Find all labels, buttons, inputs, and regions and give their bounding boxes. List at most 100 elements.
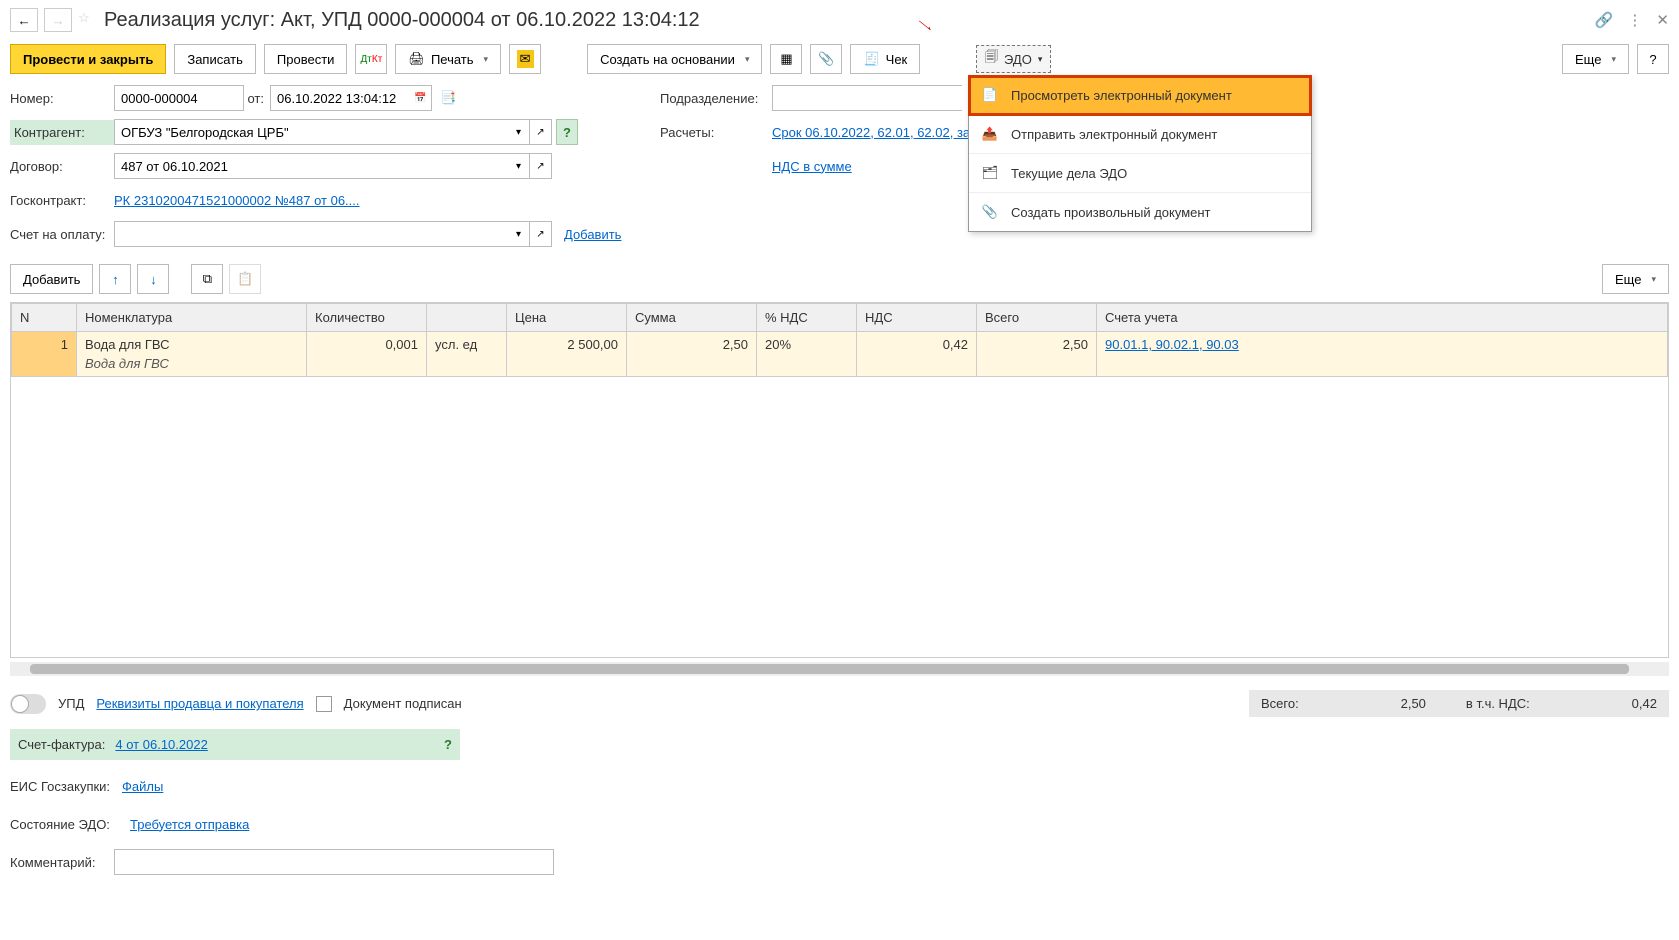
division-input[interactable]: [772, 85, 962, 111]
receipt-icon: 🧾: [863, 51, 879, 67]
nav-forward-button[interactable]: →: [44, 8, 72, 32]
invoice-pay-input[interactable]: [114, 221, 508, 247]
contract-label: Договор:: [10, 159, 114, 174]
comment-input[interactable]: [114, 849, 554, 875]
number-input[interactable]: [114, 85, 244, 111]
signed-checkbox[interactable]: [316, 696, 332, 712]
col-vat-pct[interactable]: % НДС: [757, 304, 857, 332]
cell-price[interactable]: 2 500,00: [507, 332, 627, 377]
col-total[interactable]: Всего: [977, 304, 1097, 332]
cell-vat[interactable]: 0,42: [857, 332, 977, 377]
contract-input[interactable]: [114, 153, 508, 179]
dropdown-send-label: Отправить электронный документ: [1011, 127, 1217, 142]
attach-button[interactable]: 📎: [810, 44, 842, 74]
cell-nomenclature[interactable]: Вода для ГВС Вода для ГВС: [77, 332, 307, 377]
cell-accounts[interactable]: 90.01.1, 90.02.1, 90.03: [1097, 332, 1668, 377]
document-send-icon: 📤: [981, 125, 999, 143]
horizontal-scrollbar[interactable]: [10, 662, 1669, 676]
col-price[interactable]: Цена: [507, 304, 627, 332]
dropdown-create-label: Создать произвольный документ: [1011, 205, 1211, 220]
dropdown-create-doc[interactable]: 📎 Создать произвольный документ: [969, 193, 1311, 231]
edo-icon: 🗐: [985, 48, 998, 70]
vat-link[interactable]: НДС в сумме: [772, 159, 852, 174]
structure-button[interactable]: ▦: [770, 44, 802, 74]
totals-bar: Всего: 2,50 в т.ч. НДС: 0,42: [1249, 690, 1669, 717]
chevron-down-icon: ▾: [516, 229, 521, 240]
copy-button[interactable]: ⧉: [191, 264, 223, 294]
table-more-button[interactable]: Еще: [1602, 264, 1669, 294]
calc-link[interactable]: Срок 06.10.2022, 62.01, 62.02, за: [772, 125, 970, 140]
move-up-button[interactable]: ↑: [99, 264, 131, 294]
dropdown-current-edo[interactable]: 🗂 Текущие дела ЭДО: [969, 154, 1311, 193]
col-vat[interactable]: НДС: [857, 304, 977, 332]
col-qty[interactable]: Количество: [307, 304, 427, 332]
print-button[interactable]: 🖨Печать: [395, 44, 501, 74]
dropdown-view-edoc[interactable]: 📄 Просмотреть электронный документ: [969, 76, 1311, 115]
invoice-link[interactable]: 4 от 06.10.2022: [115, 737, 207, 752]
add-invoice-link[interactable]: Добавить: [564, 227, 621, 242]
cell-unit[interactable]: усл. ед: [427, 332, 507, 377]
mail-button[interactable]: ✉: [509, 44, 541, 74]
chevron-down-icon: ▾: [516, 161, 521, 172]
open-icon: ↗: [536, 229, 544, 240]
contract-dropdown-button[interactable]: ▾: [508, 153, 530, 179]
col-unit[interactable]: [427, 304, 507, 332]
upd-toggle[interactable]: [10, 694, 46, 714]
write-button[interactable]: Записать: [174, 44, 256, 74]
post-button[interactable]: Провести: [264, 44, 348, 74]
invoice-help-icon[interactable]: ?: [444, 737, 452, 752]
col-accounts[interactable]: Счета учета: [1097, 304, 1668, 332]
nav-back-button[interactable]: ←: [10, 8, 38, 32]
cell-sum[interactable]: 2,50: [627, 332, 757, 377]
invoice-pay-open-button[interactable]: ↗: [530, 221, 552, 247]
paste-button[interactable]: 📋: [229, 264, 261, 294]
edo-button[interactable]: 🗐 ЭДО ▾: [976, 45, 1051, 73]
eis-link[interactable]: Файлы: [122, 779, 163, 794]
kebab-icon[interactable]: ⋮: [1627, 11, 1642, 29]
dropdown-view-label: Просмотреть электронный документ: [1011, 88, 1232, 103]
paperclip-icon: 📎: [981, 203, 999, 221]
cell-total[interactable]: 2,50: [977, 332, 1097, 377]
table-row[interactable]: 1 Вода для ГВС Вода для ГВС 0,001 усл. е…: [12, 332, 1668, 377]
star-icon[interactable]: ☆: [78, 10, 98, 30]
close-icon[interactable]: ✕: [1656, 11, 1669, 29]
more-button[interactable]: Еще: [1562, 44, 1629, 74]
goscontract-link[interactable]: РК 2310200471521000002 №487 от 06....: [114, 193, 360, 208]
contractor-open-button[interactable]: ↗: [530, 119, 552, 145]
col-nomenclature[interactable]: Номенклатура: [77, 304, 307, 332]
date-label: от:: [244, 91, 270, 106]
contract-open-button[interactable]: ↗: [530, 153, 552, 179]
dtkt-icon: ДтКт: [361, 54, 383, 65]
col-n[interactable]: N: [12, 304, 77, 332]
dropdown-send-edoc[interactable]: 📤 Отправить электронный документ: [969, 115, 1311, 154]
question-icon: ?: [1649, 52, 1656, 67]
arrow-up-icon: ↑: [112, 272, 119, 287]
help-button[interactable]: ?: [1637, 44, 1669, 74]
structure-icon: ▦: [780, 51, 792, 67]
edo-state-link[interactable]: Требуется отправка: [130, 817, 249, 832]
copy-icon: ⧉: [203, 271, 212, 287]
contractor-help-button[interactable]: ?: [556, 119, 578, 145]
contractor-dropdown-button[interactable]: ▾: [508, 119, 530, 145]
total-value: 2,50: [1401, 696, 1426, 711]
accounts-link[interactable]: 90.01.1, 90.02.1, 90.03: [1105, 337, 1239, 352]
link-icon[interactable]: 🔗: [1595, 11, 1614, 29]
table-add-button[interactable]: Добавить: [10, 264, 93, 294]
requisites-link[interactable]: Реквизиты продавца и покупателя: [96, 696, 303, 711]
check-button[interactable]: 🧾Чек: [850, 44, 920, 74]
cell-qty[interactable]: 0,001: [307, 332, 427, 377]
date-input[interactable]: [270, 85, 410, 111]
create-based-button[interactable]: Создать на основании: [587, 44, 762, 74]
edo-dropdown-menu: 📄 Просмотреть электронный документ 📤 Отп…: [968, 75, 1312, 232]
col-sum[interactable]: Сумма: [627, 304, 757, 332]
arrow-right-icon: →: [51, 13, 64, 28]
calendar-button[interactable]: 📅: [410, 85, 432, 111]
contractor-label: Контрагент:: [10, 120, 114, 145]
contractor-input[interactable]: [114, 119, 508, 145]
cell-vat-pct[interactable]: 20%: [757, 332, 857, 377]
invoice-pay-dropdown-button[interactable]: ▾: [508, 221, 530, 247]
dtkt-button[interactable]: ДтКт: [355, 44, 387, 74]
open-icon: ↗: [536, 127, 544, 138]
move-down-button[interactable]: ↓: [137, 264, 169, 294]
post-close-button[interactable]: Провести и закрыть: [10, 44, 166, 74]
